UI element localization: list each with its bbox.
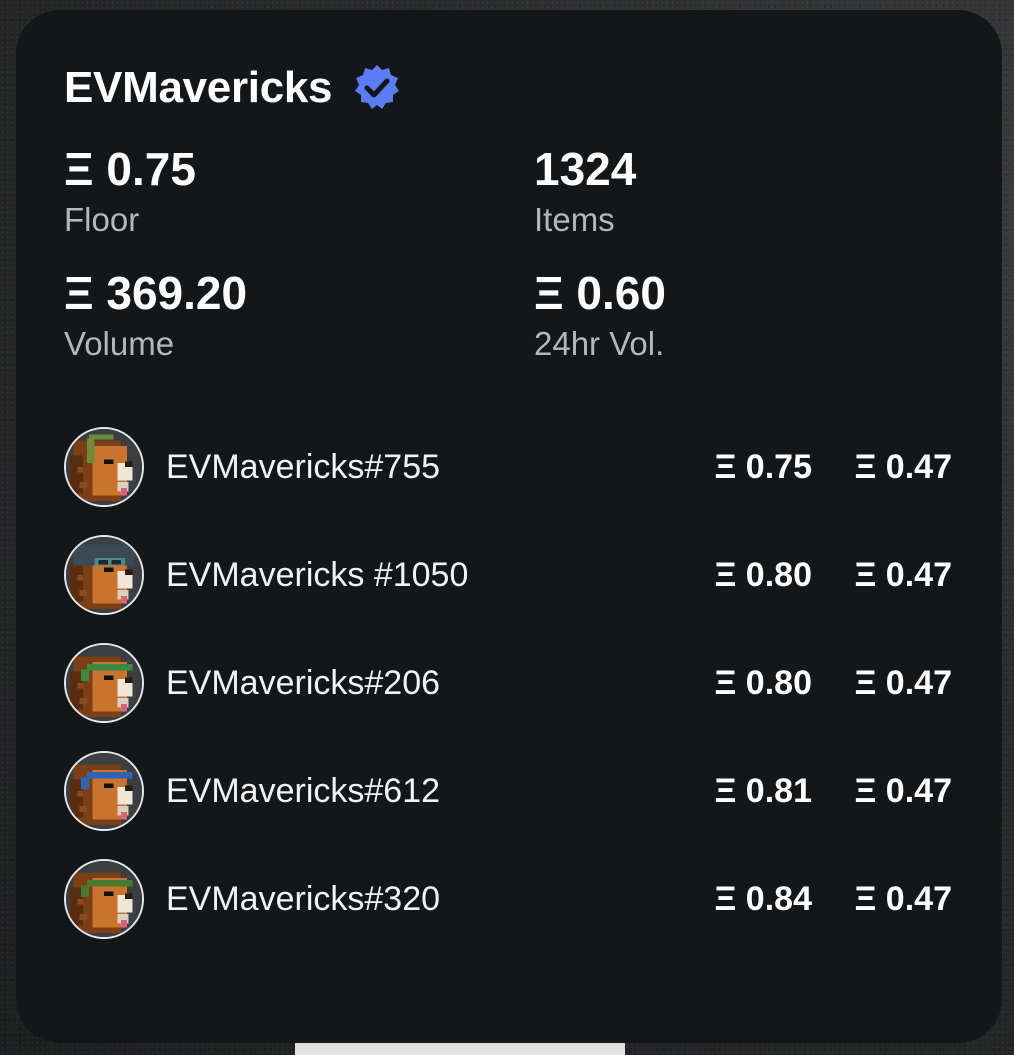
vol24-label: 24hr Vol. — [534, 325, 665, 362]
listing-row[interactable]: EVMavericks#206 Ξ 0.80 Ξ 0.47 — [64, 629, 954, 737]
nft-name: EVMavericks#612 — [166, 771, 441, 810]
collection-title: EVMavericks — [64, 63, 333, 112]
nft-top-offer: Ξ 0.47 — [854, 447, 952, 486]
nft-price: Ξ 0.75 — [714, 447, 812, 486]
nft-price: Ξ 0.80 — [714, 555, 812, 594]
nft-name: EVMavericks #1050 — [166, 555, 469, 594]
listing-row[interactable]: EVMavericks#612 Ξ 0.81 Ξ 0.47 — [64, 737, 954, 845]
nft-avatar — [64, 535, 144, 615]
nft-price: Ξ 0.81 — [714, 771, 812, 810]
nft-avatar — [64, 751, 144, 831]
nft-price: Ξ 0.80 — [714, 663, 812, 702]
nft-price: Ξ 0.84 — [714, 879, 812, 918]
stat-24hr-volume: Ξ 0.60 24hr Vol. — [534, 268, 666, 364]
nft-top-offer: Ξ 0.47 — [854, 771, 952, 810]
vol24-value: Ξ 0.60 — [534, 267, 666, 319]
listings-list: EVMavericks#755 Ξ 0.75 Ξ 0.47 EVMaverick… — [64, 413, 954, 953]
nft-avatar — [64, 643, 144, 723]
stat-volume: Ξ 369.20 Volume — [64, 268, 247, 364]
nft-top-offer: Ξ 0.47 — [854, 879, 952, 918]
volume-label: Volume — [64, 325, 175, 362]
floor-label: Floor — [64, 201, 140, 238]
nft-top-offer: Ξ 0.47 — [854, 663, 952, 702]
nft-avatar — [64, 427, 144, 507]
listing-row[interactable]: EVMavericks#755 Ξ 0.75 Ξ 0.47 — [64, 413, 954, 521]
collection-header: EVMavericks — [64, 62, 402, 114]
listing-row[interactable]: EVMavericks #1050 Ξ 0.80 Ξ 0.47 — [64, 521, 954, 629]
verified-badge-icon — [355, 65, 400, 109]
nft-name: EVMavericks#320 — [166, 879, 441, 918]
nft-name: EVMavericks#206 — [166, 663, 441, 702]
items-value: 1324 — [534, 143, 637, 195]
nft-avatar — [64, 859, 144, 939]
volume-value: Ξ 369.20 — [64, 267, 248, 319]
collection-widget[interactable]: EVMavericks Ξ 0.75 Floor 1324 Items Ξ 36… — [16, 10, 1002, 1043]
stat-items: 1324 Items — [534, 144, 636, 240]
nft-top-offer: Ξ 0.47 — [854, 555, 952, 594]
items-label: Items — [534, 201, 615, 238]
floor-value: Ξ 0.75 — [64, 143, 196, 195]
listing-row[interactable]: EVMavericks#320 Ξ 0.84 Ξ 0.47 — [64, 845, 954, 953]
nft-name: EVMavericks#755 — [166, 447, 441, 486]
stat-floor: Ξ 0.75 Floor — [64, 144, 196, 240]
